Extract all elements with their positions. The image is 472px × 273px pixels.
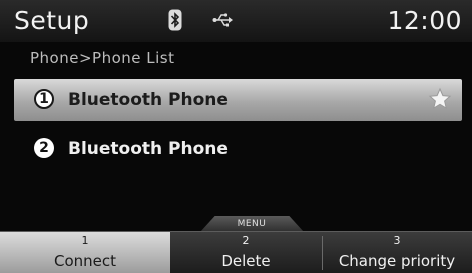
page-title: Setup xyxy=(14,6,90,35)
list-item[interactable]: 1 Bluetooth Phone xyxy=(14,79,462,121)
item-number-badge: 2 xyxy=(34,138,54,158)
list-item-label: Bluetooth Phone xyxy=(68,139,228,159)
bluetooth-icon xyxy=(168,9,182,31)
softkey-divider xyxy=(322,236,323,270)
softkey-label: Delete xyxy=(221,252,271,270)
softkey-label: Connect xyxy=(53,252,117,270)
status-bar: Setup 12:00 xyxy=(0,0,472,42)
breadcrumb: Phone>Phone List xyxy=(30,49,175,67)
delete-button[interactable]: 2 Delete xyxy=(170,232,322,273)
softkey-bar: 1 Connect 2 Delete 3 Change priority xyxy=(0,231,472,273)
softkey-number: 1 xyxy=(81,234,89,247)
clock: 12:00 xyxy=(387,6,462,35)
star-icon xyxy=(428,87,452,110)
setup-screen: Setup 12:00 Phone>Phone List 1 Bluetooth… xyxy=(0,0,472,273)
list-item[interactable]: 2 Bluetooth Phone xyxy=(14,128,462,170)
connect-button[interactable]: 1 Connect xyxy=(0,232,170,273)
usb-icon xyxy=(212,13,233,27)
item-number-badge: 1 xyxy=(34,89,54,109)
softkey-label: Change priority xyxy=(338,252,456,270)
menu-tab[interactable]: MENU xyxy=(200,216,304,232)
list-item-label: Bluetooth Phone xyxy=(68,90,228,110)
change-priority-button[interactable]: 3 Change priority xyxy=(322,232,472,273)
softkey-number: 3 xyxy=(393,234,401,247)
softkey-number: 2 xyxy=(242,234,250,247)
